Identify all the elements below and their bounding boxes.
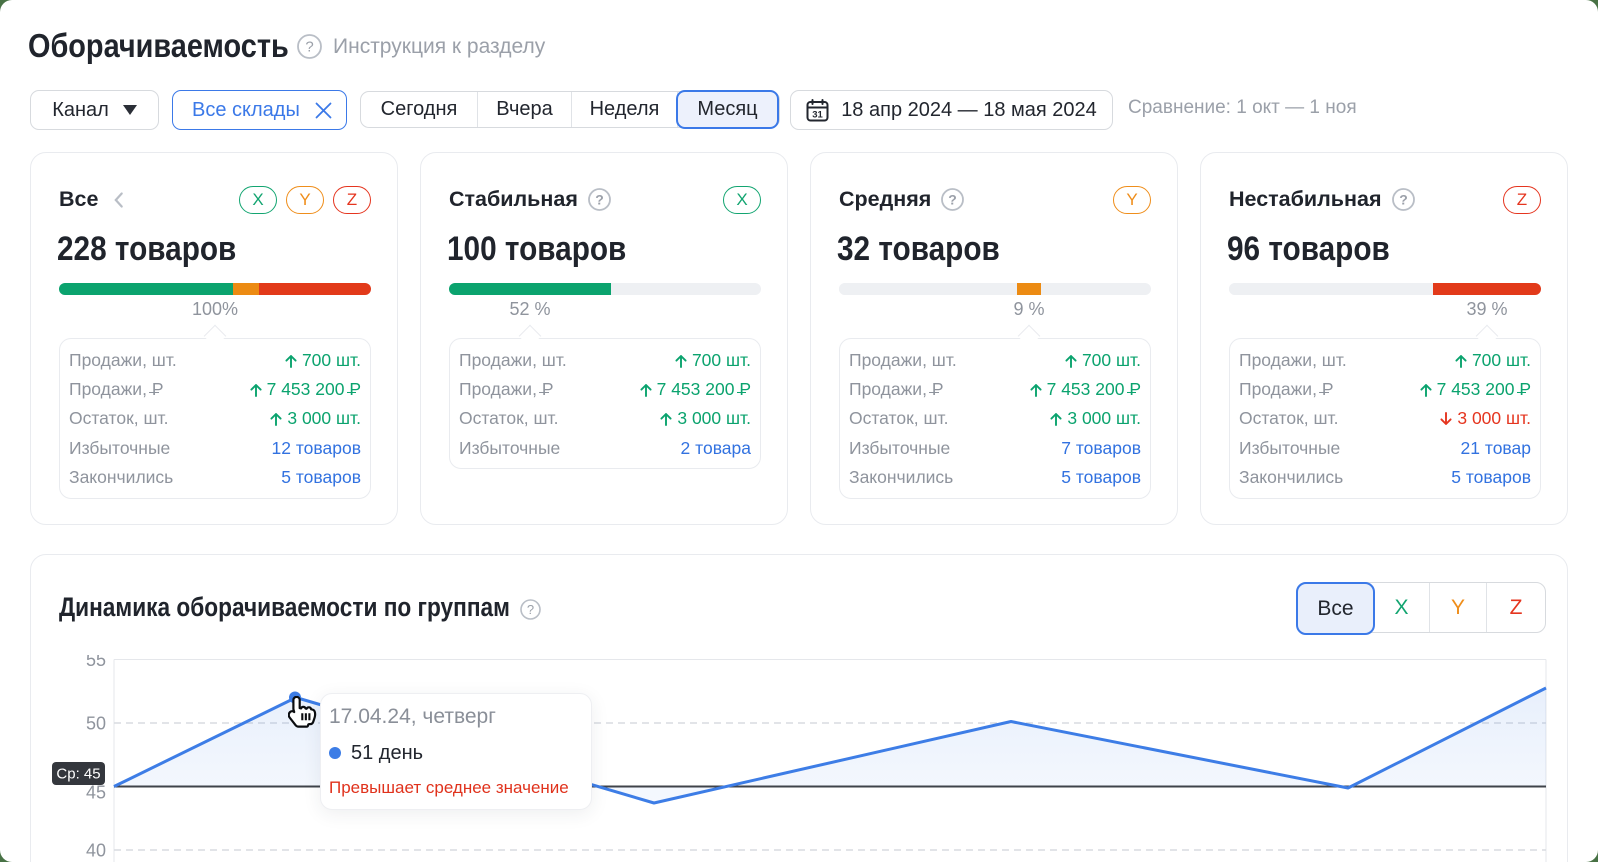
svg-text:50: 50 (86, 714, 106, 734)
svg-text:55: 55 (86, 655, 106, 670)
svg-text:?: ? (1399, 191, 1408, 207)
svg-text:?: ? (527, 602, 534, 617)
svg-text:?: ? (305, 39, 313, 56)
svg-text:?: ? (949, 191, 958, 207)
svg-text:?: ? (595, 191, 604, 207)
svg-text:45: 45 (86, 783, 106, 803)
svg-text:Ср: 45: Ср: 45 (56, 766, 100, 783)
svg-text:40: 40 (86, 841, 106, 861)
svg-text:31: 31 (812, 109, 823, 120)
